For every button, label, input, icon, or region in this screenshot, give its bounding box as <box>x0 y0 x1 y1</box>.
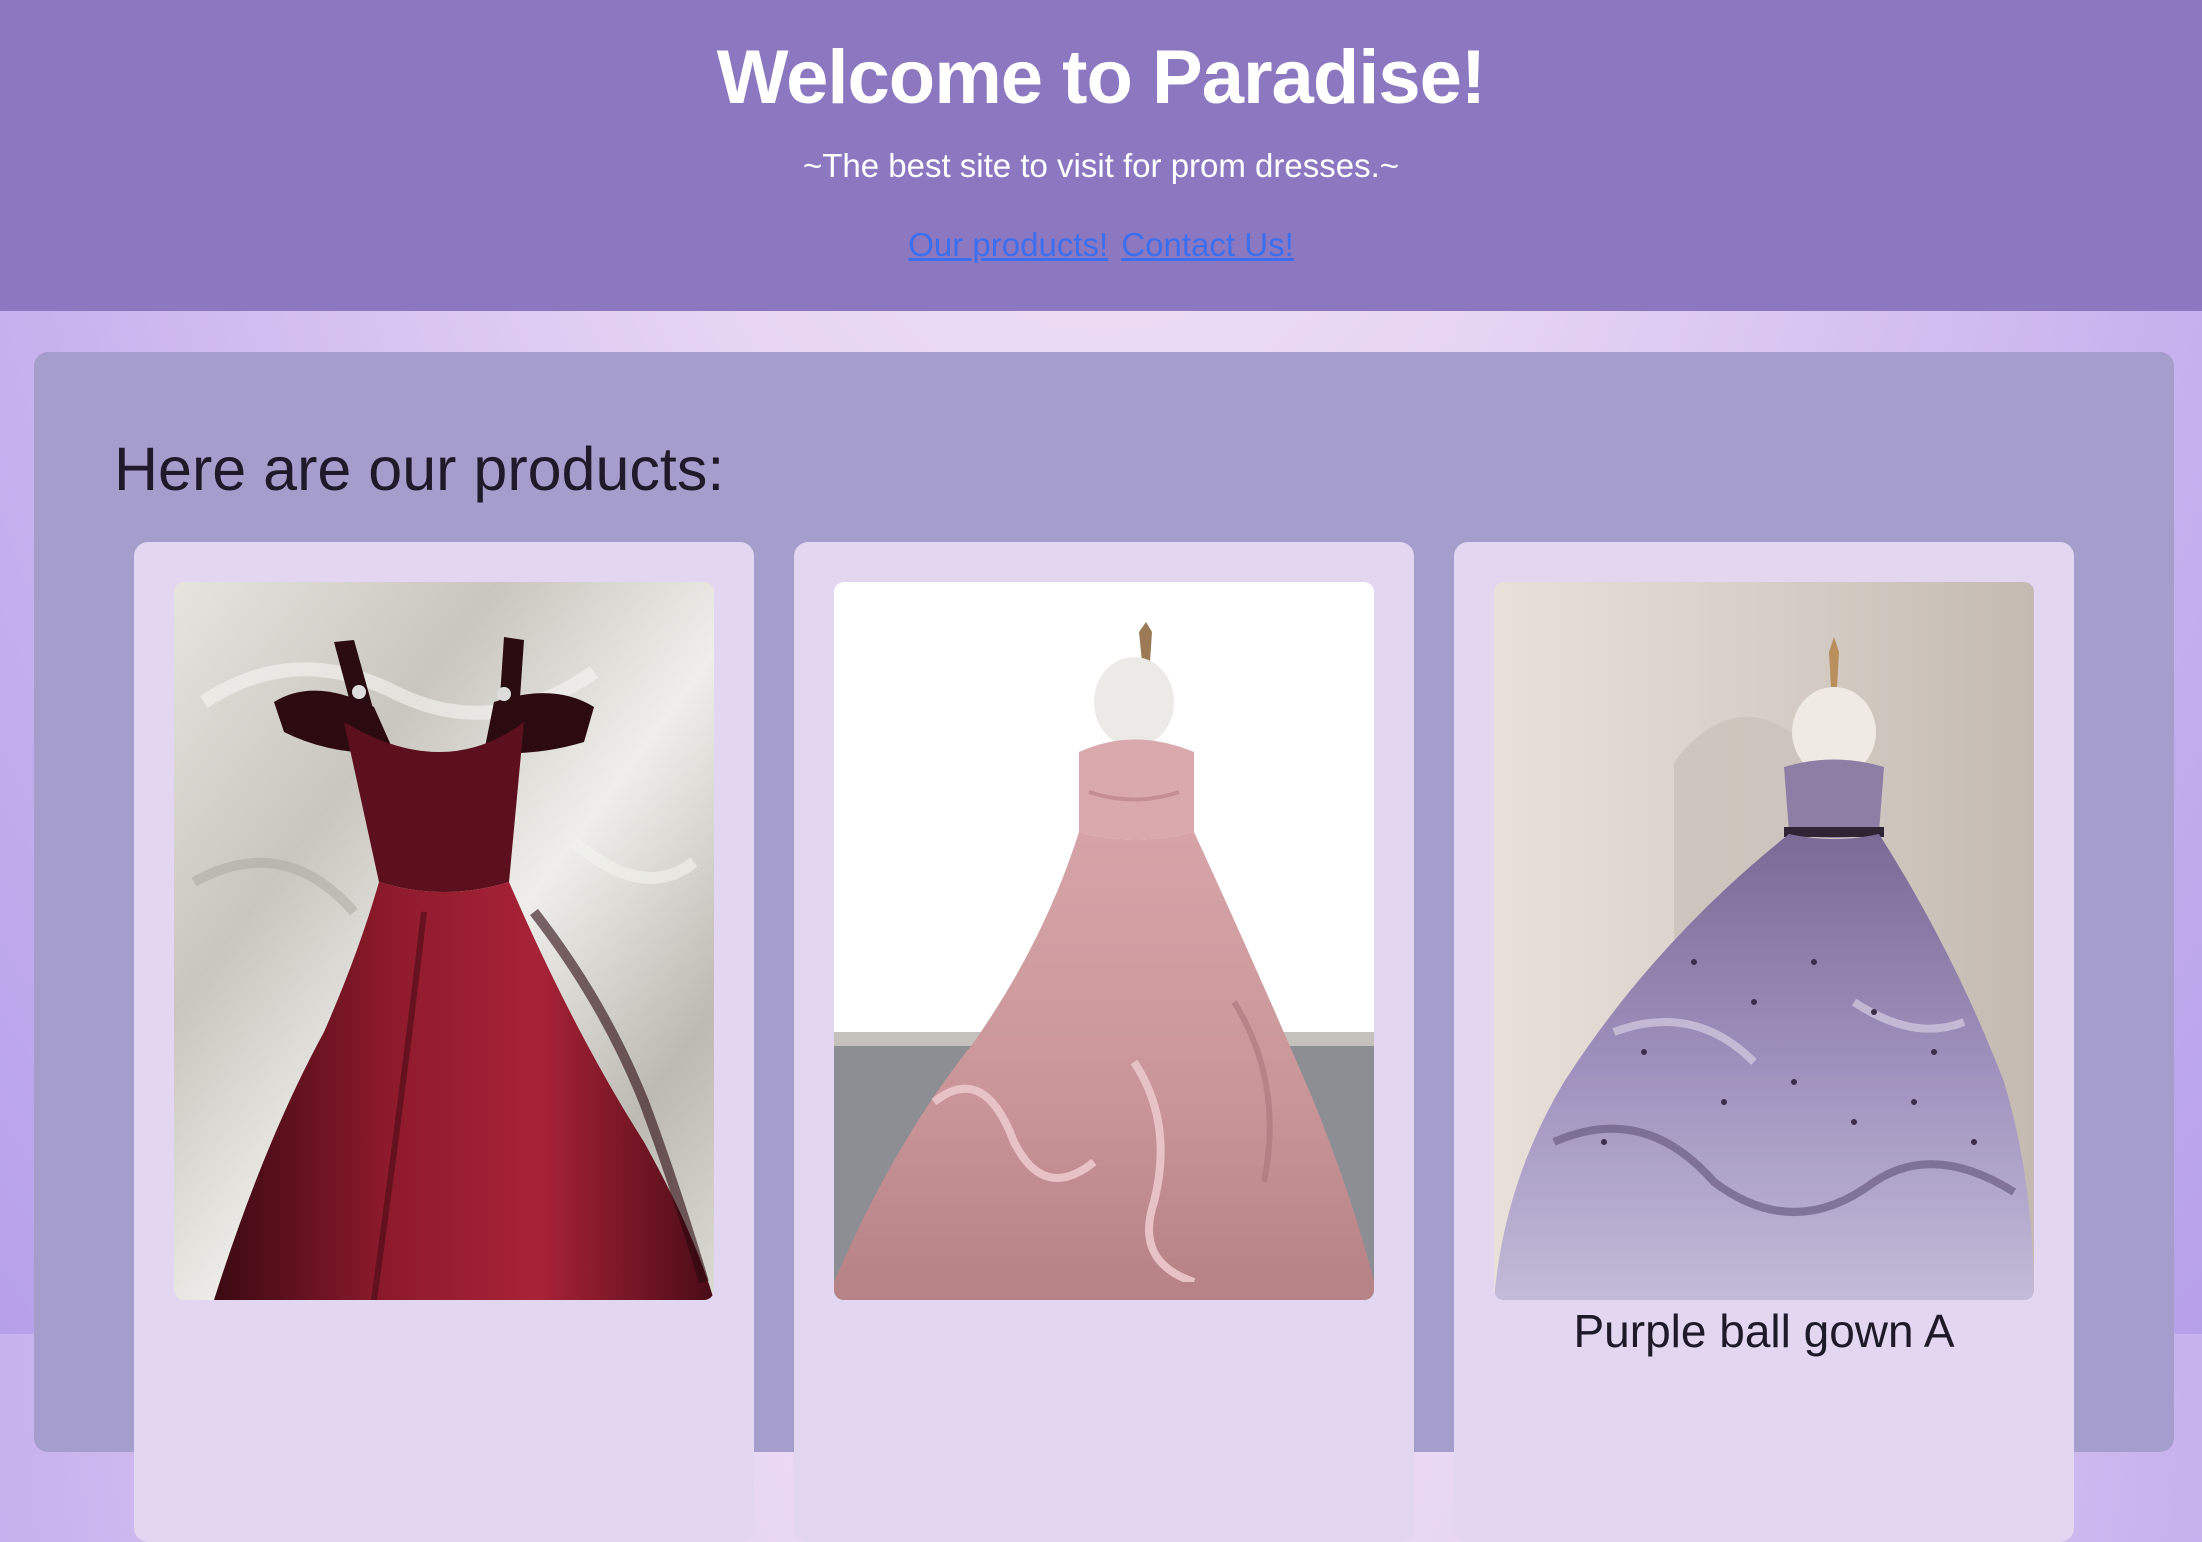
site-tagline: ~The best site to visit for prom dresses… <box>802 147 1400 184</box>
products-panel: Here are our products: Purple ball gown … <box>34 352 2174 1542</box>
burgundy-gown-image[interactable] <box>174 582 714 1300</box>
purple-gown-image[interactable] <box>1494 582 2034 1300</box>
site-header: Welcome to Paradise! ~The best site to v… <box>0 0 2202 311</box>
product-card[interactable] <box>794 542 1414 1542</box>
site-title: Welcome to Paradise! <box>716 35 1486 120</box>
product-name: Purple ball gown A <box>1573 1305 1955 1357</box>
product-card[interactable]: Purple ball gown A <box>1454 542 2074 1542</box>
products-heading: Here are our products: <box>114 435 725 503</box>
pink-gown-image[interactable] <box>834 582 1374 1300</box>
product-card[interactable] <box>134 542 754 1542</box>
main-nav: Our products! Contact Us! <box>0 226 2202 264</box>
nav-link-contact[interactable]: Contact Us! <box>1121 226 1293 263</box>
nav-link-products[interactable]: Our products! <box>908 226 1108 263</box>
